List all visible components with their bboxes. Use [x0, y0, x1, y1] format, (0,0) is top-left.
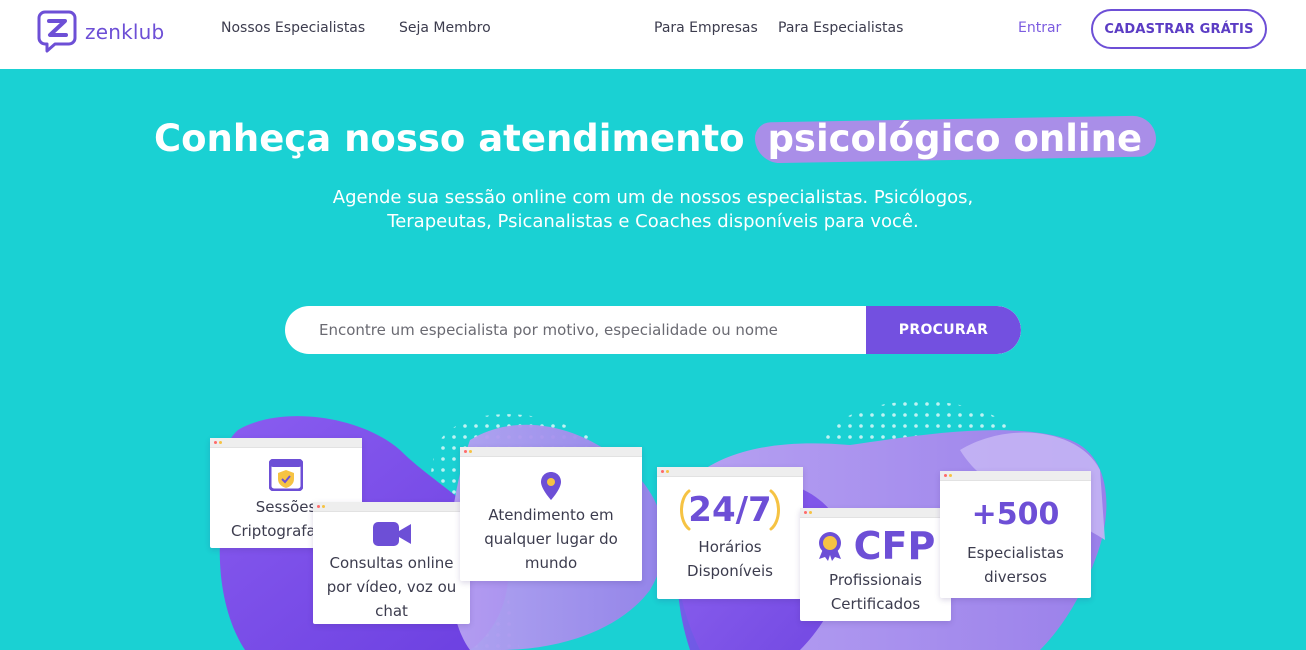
search-input[interactable]: [285, 306, 866, 354]
nav-link-for-specialists[interactable]: Para Especialistas: [778, 20, 903, 36]
feature-card-anywhere: Atendimento em qualquer lugar do mundo: [460, 447, 642, 581]
cfp-figure: CFP: [800, 524, 951, 568]
cfp-value: CFP: [853, 524, 936, 568]
nav-link-specialists[interactable]: Nossos Especialistas: [221, 20, 365, 36]
card-window-bar: [940, 471, 1091, 481]
feature-label-anywhere: Atendimento em qualquer lugar do mundo: [484, 506, 618, 572]
certificate-medal-icon: [816, 531, 844, 561]
feature-label-specialists: Especialistas diversos: [967, 544, 1064, 586]
feature-card-hours: 24/7 Horários Disponíveis: [657, 467, 803, 599]
features-illustration: Sessões Criptografadas Consultas online …: [0, 390, 1306, 650]
zenklub-logo-icon: [37, 10, 77, 53]
top-navigation-bar: zenklub Nossos Especialistas Seja Membro…: [0, 0, 1306, 69]
card-window-bar: [657, 467, 803, 477]
card-window-bar: [460, 447, 642, 457]
hero-subtitle: Agende sua sessão online com um de nosso…: [332, 187, 974, 232]
feature-label-video: Consultas online por vídeo, voz ou chat: [326, 554, 457, 620]
feature-card-specialists: +500 Especialistas diversos: [940, 471, 1091, 598]
card-window-bar: [800, 508, 951, 518]
decorative-blobs: [219, 401, 1107, 650]
shield-check-icon: [268, 458, 304, 492]
hero-title-highlight: psicológico online: [757, 117, 1152, 160]
feature-card-cfp: CFP Profissionais Certificados: [800, 508, 951, 621]
specialist-search-bar: PROCURAR: [285, 306, 1021, 354]
hero-title-prefix: Conheça nosso atendimento: [153, 117, 745, 160]
feature-label-cfp: Profissionais Certificados: [829, 571, 922, 613]
hours-value: 24/7: [688, 490, 772, 530]
video-camera-icon: [372, 521, 411, 547]
map-pin-icon: [540, 471, 562, 501]
hero-title: Conheça nosso atendimento psicológico on…: [0, 117, 1306, 160]
hero-title-highlight-text: psicológico online: [767, 117, 1143, 160]
logo-wordmark: zenklub: [85, 19, 165, 44]
zenklub-logo[interactable]: zenklub: [37, 10, 164, 53]
feature-label-hours: Horários Disponíveis: [687, 538, 773, 580]
nav-link-become-member[interactable]: Seja Membro: [399, 20, 491, 36]
card-window-bar: [210, 438, 362, 448]
search-button[interactable]: PROCURAR: [866, 306, 1021, 354]
card-window-bar: [313, 502, 470, 512]
login-link[interactable]: Entrar: [1018, 20, 1061, 36]
specialists-value: +500: [971, 497, 1060, 532]
nav-link-for-companies[interactable]: Para Empresas: [654, 20, 758, 36]
feature-card-video: Consultas online por vídeo, voz ou chat: [313, 502, 470, 624]
signup-free-button[interactable]: CADASTRAR GRÁTIS: [1091, 9, 1267, 49]
hours-figure: 24/7: [657, 487, 803, 533]
